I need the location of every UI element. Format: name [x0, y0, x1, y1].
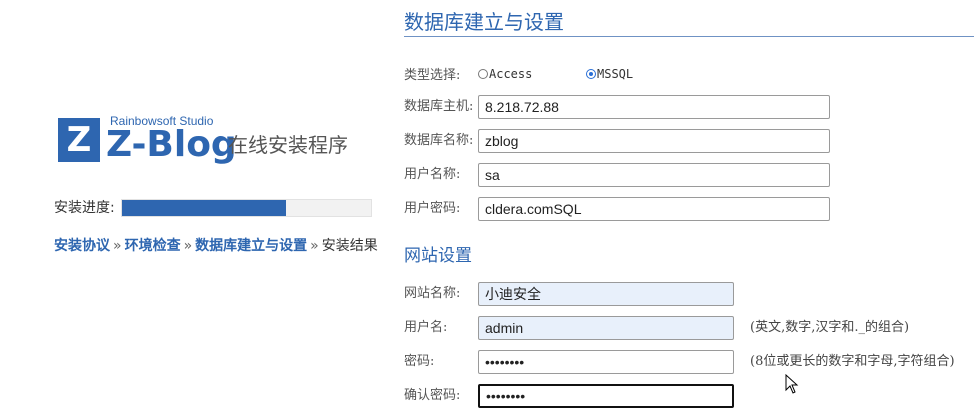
install-progress-fill	[122, 200, 287, 216]
title-divider	[404, 36, 974, 37]
db-type-mssql-radio[interactable]: MSSQL	[586, 66, 633, 82]
brand-subtitle: 在线安装程序	[228, 133, 348, 157]
db-password-row: 用户密码:	[404, 197, 974, 221]
step-environment-check[interactable]: 环境检查	[125, 238, 181, 254]
radio-mssql-label: MSSQL	[597, 67, 634, 81]
db-type-label: 类型选择:	[404, 68, 461, 83]
db-type-row: 类型选择: Access MSSQL	[404, 64, 974, 88]
password-hint: (8位或更长的数字和字母,字符组合)	[750, 354, 955, 369]
db-name-input[interactable]	[478, 129, 830, 153]
db-name-row: 数据库名称:	[404, 129, 974, 153]
db-type-access-radio[interactable]: Access	[478, 66, 532, 82]
step-separator: »	[310, 238, 319, 254]
zblog-logo-mark: Z	[58, 118, 100, 162]
site-name-label: 网站名称:	[404, 286, 461, 301]
installer-sidebar: Z Rainbowsoft Studio Z-Blog 在线安装程序 安装进度:…	[0, 0, 390, 400]
step-separator: »	[113, 238, 122, 254]
install-form: 数据库建立与设置 类型选择: Access MSSQL 数据库主机: 数据库名称…	[404, 0, 974, 408]
radio-mssql-indicator[interactable]	[586, 69, 596, 79]
admin-password-row: 密码: (8位或更长的数字和字母,字符组合)	[404, 350, 974, 374]
admin-password-input[interactable]	[478, 350, 734, 374]
username-hint: (英文,数字,汉字和._的组合)	[750, 320, 910, 335]
database-section-title: 数据库建立与设置	[404, 10, 564, 34]
admin-password-label: 密码:	[404, 354, 435, 369]
db-host-row: 数据库主机:	[404, 95, 974, 119]
db-password-label: 用户密码:	[404, 201, 461, 216]
install-progress-bar	[121, 199, 372, 217]
step-license[interactable]: 安装协议	[54, 238, 110, 254]
radio-access-indicator[interactable]	[478, 69, 488, 79]
admin-username-label: 用户名:	[404, 320, 448, 335]
db-user-input[interactable]	[478, 163, 830, 187]
admin-username-row: 用户名: (英文,数字,汉字和._的组合)	[404, 316, 974, 340]
site-section-title: 网站设置	[404, 246, 472, 266]
confirm-password-row: 确认密码:	[404, 384, 974, 408]
step-install-result: 安装结果	[321, 238, 378, 254]
step-separator: »	[183, 238, 193, 254]
db-user-label: 用户名称:	[404, 167, 461, 182]
site-name-input[interactable]	[478, 282, 734, 306]
step-database-setup[interactable]: 数据库建立与设置	[195, 238, 307, 254]
db-host-label: 数据库主机:	[404, 99, 474, 114]
confirm-password-input[interactable]	[478, 384, 734, 408]
site-name-row: 网站名称:	[404, 282, 974, 306]
brand-name: Z-Blog	[106, 124, 237, 165]
db-password-input[interactable]	[478, 197, 830, 221]
db-host-input[interactable]	[478, 95, 830, 119]
db-name-label: 数据库名称:	[404, 133, 474, 148]
mouse-pointer-icon	[785, 374, 799, 394]
progress-label: 安装进度:	[54, 200, 115, 216]
logo-mark-letter: Z	[66, 120, 92, 160]
radio-access-label: Access	[489, 67, 533, 81]
admin-username-input[interactable]	[478, 316, 734, 340]
install-steps-breadcrumb: 安装协议» 环境检查» 数据库建立与设置» 安装结果	[54, 236, 378, 256]
zblog-logo: Z Rainbowsoft Studio Z-Blog 在线安装程序	[58, 114, 378, 170]
confirm-password-label: 确认密码:	[404, 388, 461, 403]
db-user-row: 用户名称:	[404, 163, 974, 187]
